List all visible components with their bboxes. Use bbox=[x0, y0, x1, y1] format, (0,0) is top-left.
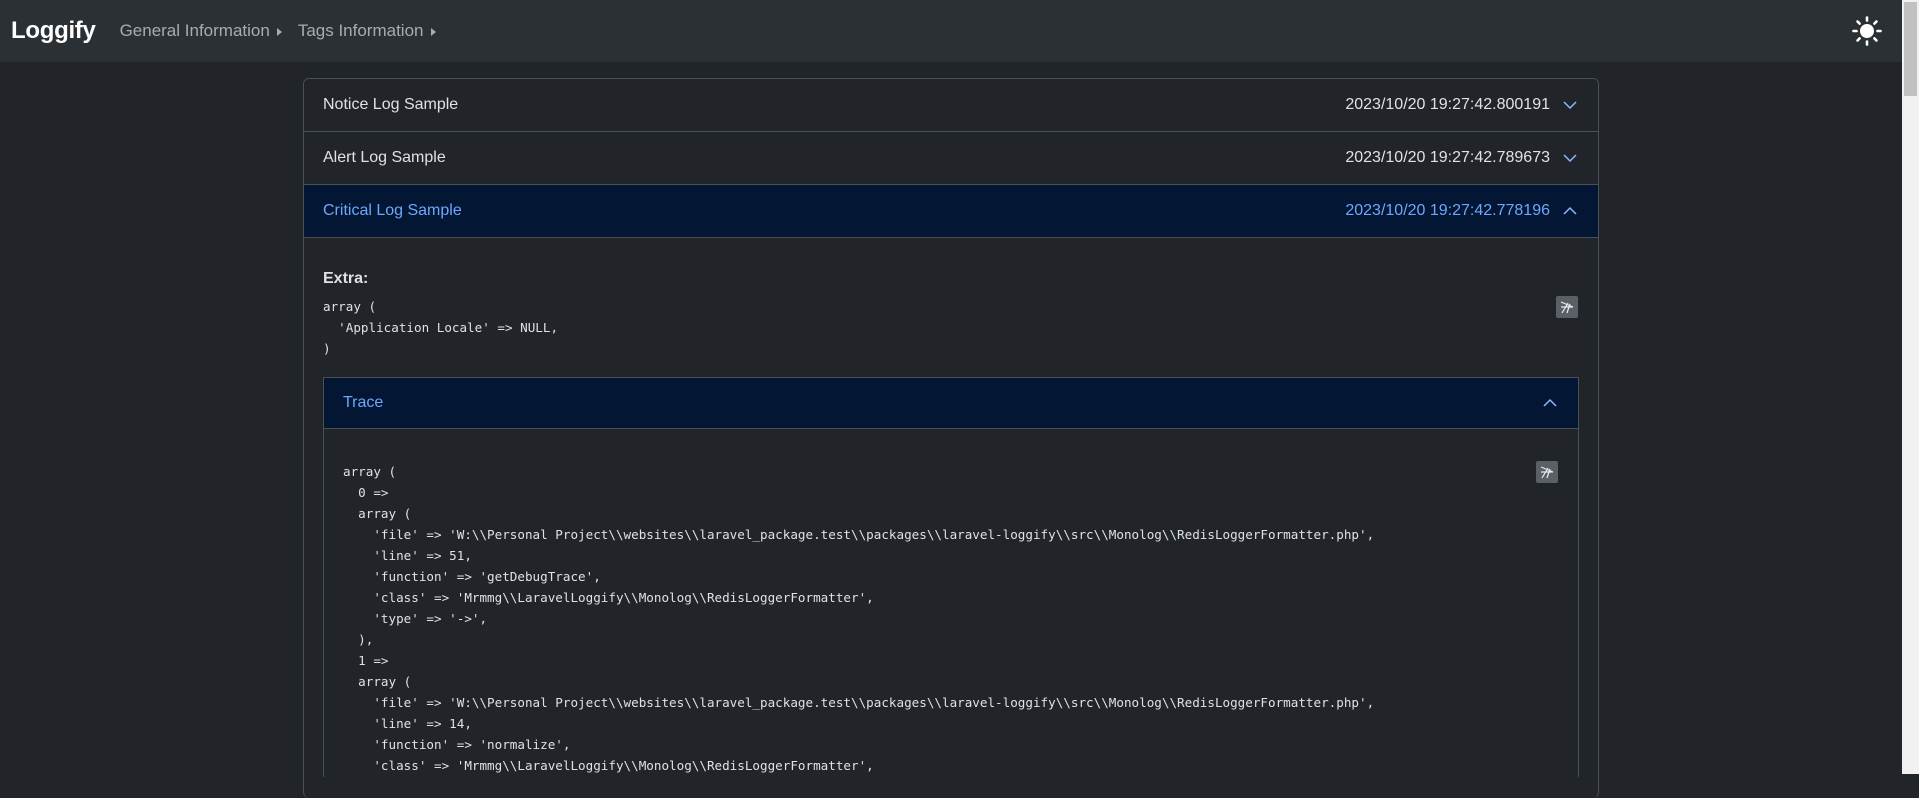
trace-title: Trace bbox=[343, 394, 384, 411]
log-timestamp: 2023/10/20 19:27:42.800191 bbox=[1345, 96, 1550, 113]
trace-header[interactable]: Trace bbox=[324, 378, 1578, 429]
brand-logo[interactable]: Loggify bbox=[11, 17, 96, 45]
copy-icon bbox=[1560, 301, 1574, 314]
chevron-down-icon bbox=[1563, 101, 1577, 110]
sun-icon bbox=[1852, 16, 1882, 46]
caret-right-icon bbox=[430, 28, 436, 36]
nav-item-tags-information[interactable]: Tags Information bbox=[298, 21, 436, 41]
log-header-right: 2023/10/20 19:27:42.800191 bbox=[1345, 96, 1578, 114]
navbar: Loggify General Information Tags Informa… bbox=[0, 0, 1902, 62]
log-item-notice[interactable]: Notice Log Sample 2023/10/20 19:27:42.80… bbox=[304, 79, 1598, 132]
extra-code: array ( 'Application Locale' => NULL, ) bbox=[323, 299, 559, 356]
nav-item-label: Tags Information bbox=[297, 21, 424, 40]
log-title: Critical Log Sample bbox=[323, 202, 462, 219]
log-header-right: 2023/10/20 19:27:42.789673 bbox=[1345, 149, 1578, 167]
log-item-alert[interactable]: Alert Log Sample 2023/10/20 19:27:42.789… bbox=[304, 132, 1598, 185]
nav-item-general-information[interactable]: General Information bbox=[120, 21, 282, 41]
log-title: Notice Log Sample bbox=[323, 96, 459, 113]
log-detail-body: Extra: array ( 'Application Locale' => N… bbox=[304, 238, 1598, 777]
log-title: Alert Log Sample bbox=[323, 149, 446, 166]
copy-icon bbox=[1540, 466, 1554, 479]
caret-right-icon bbox=[276, 28, 282, 36]
page-scrollbar[interactable] bbox=[1902, 0, 1919, 774]
scrollbar-thumb[interactable] bbox=[1904, 2, 1917, 96]
trace-body: array ( 0 => array ( 'file' => 'W:\\Pers… bbox=[324, 429, 1578, 776]
chevron-down-icon bbox=[1563, 154, 1577, 163]
theme-toggle-button[interactable] bbox=[1850, 14, 1884, 48]
copy-trace-button[interactable] bbox=[1536, 461, 1558, 483]
chevron-up-icon bbox=[1563, 206, 1577, 215]
log-timestamp: 2023/10/20 19:27:42.778196 bbox=[1345, 202, 1550, 219]
extra-label: Extra: bbox=[323, 270, 369, 287]
log-item-critical[interactable]: Critical Log Sample 2023/10/20 19:27:42.… bbox=[304, 185, 1598, 238]
log-timestamp: 2023/10/20 19:27:42.789673 bbox=[1345, 149, 1550, 166]
trace-accordion: Trace array ( 0 => array ( 'file' => 'W:… bbox=[323, 377, 1579, 777]
nav-item-label: General Information bbox=[119, 21, 270, 40]
log-accordion: Notice Log Sample 2023/10/20 19:27:42.80… bbox=[303, 78, 1599, 798]
log-header-right: 2023/10/20 19:27:42.778196 bbox=[1345, 202, 1578, 220]
copy-extra-button[interactable] bbox=[1556, 296, 1578, 318]
trace-code: array ( 0 => array ( 'file' => 'W:\\Pers… bbox=[343, 464, 1375, 773]
chevron-up-icon bbox=[1543, 398, 1557, 407]
